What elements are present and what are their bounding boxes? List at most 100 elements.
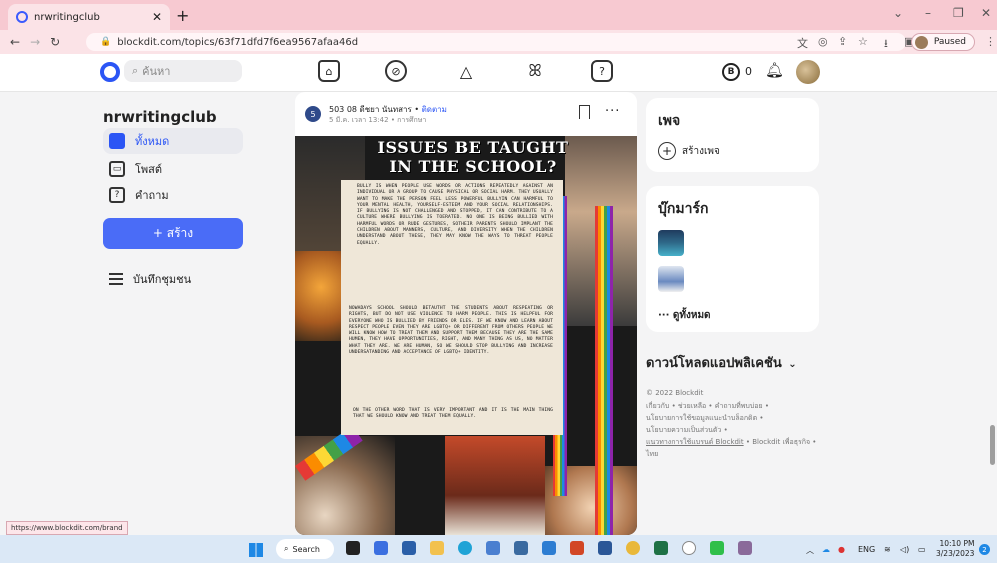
coin-icon[interactable]: B [722,63,740,81]
page-scrollbar[interactable] [990,425,995,465]
store-icon[interactable] [402,541,416,555]
user-avatar[interactable] [796,60,820,84]
sidebar-item-posts[interactable]: ▭ โพสต์ [103,156,243,182]
question-nav-icon[interactable]: ? [591,60,613,82]
post-card: 5 503 08 ดีชยา นันทสาร • ติดตาม 5 มี.ค. … [295,92,637,535]
window-close-icon[interactable]: ✕ [981,6,991,20]
download-icon[interactable]: ⭳ [884,35,888,54]
bookmark-thumbnail[interactable] [658,230,684,256]
bookmarks-title: บุ๊กมาร์ก [658,201,709,217]
author-avatar[interactable]: 5 [305,106,321,122]
footer-links-1[interactable]: เกี่ยวกับ • ช่วยเหลือ • คำถามที่พบบ่อย • [646,401,826,412]
word-icon[interactable] [598,541,612,555]
community-notes-link[interactable]: บันทึกชุมชน [109,270,191,288]
bookmark-thumbnail[interactable] [658,266,684,292]
search-icon: ⌕ [132,64,139,77]
footer-business-link[interactable]: • Blockdit เพื่อธุรกิจ • [744,438,817,446]
powerpoint-icon[interactable] [570,541,584,555]
file-explorer-icon[interactable] [430,541,444,555]
coin-count: 0 [745,65,752,78]
calculator-icon[interactable] [542,541,556,555]
rainbow-stripe-right [595,206,613,535]
tab-search-chevron-icon[interactable]: ⌄ [893,6,903,20]
search-input[interactable]: ⌕ ค้นหา [124,60,242,82]
browser-tab[interactable]: nrwritingclub ✕ [8,4,170,30]
chrome-icon[interactable] [626,541,640,555]
taskbar-search[interactable]: ⌕ Search [276,539,334,559]
bell-icon[interactable]: 🔔︎ [765,61,784,79]
shapes-nav-icon[interactable]: △ [455,60,477,82]
reload-icon[interactable]: ↻ [50,35,60,49]
battery-icon[interactable]: ▭ [918,545,926,554]
task-view-icon[interactable] [346,541,360,555]
notes-label: บันทึกชุมชน [133,273,192,286]
windows-start-icon[interactable] [249,543,263,557]
new-tab-button[interactable]: + [176,6,189,25]
sidebar-item-label: ทั้งหมด [135,135,170,148]
footer-links-3[interactable]: นโยบายความเป็นส่วนตัว • [646,425,826,436]
poster-title: ISSUES BE TAUGHT IN THE SCHOOL? [377,138,569,176]
post-image[interactable]: ISSUES BE TAUGHT IN THE SCHOOL? BULLY IS… [295,136,637,535]
profile-status: Paused [933,37,966,47]
more-options-icon[interactable]: ··· [605,104,620,119]
url-field[interactable]: 🔒 blockdit.com/topics/63f71dfd7f6ea9567a… [86,33,906,51]
cloud-icon[interactable]: ☁ [822,545,830,554]
app-icon[interactable] [738,541,752,555]
home-nav-icon[interactable]: ⌂ [318,60,340,82]
plus-circle-icon: + [658,142,676,160]
sidebar-item-label: คำถาม [135,189,169,202]
kebab-menu-icon[interactable]: ⋮ [985,35,996,48]
create-button[interactable]: + สร้าง [103,218,243,249]
restore-icon[interactable]: ❐ [953,6,964,20]
bookmark-icon[interactable] [579,105,590,119]
explore-nav-icon[interactable]: ⊘ [385,60,407,82]
create-page-label: สร้างเพจ [682,145,720,157]
footer-links-4: แนวทางการใช้แบรนด์ Blockdit • Blockdit เ… [646,437,826,448]
taskbar-clock[interactable]: 10:10 PM 3/23/2023 [936,539,974,559]
address-bar-row: ← → ↻ 🔒 blockdit.com/topics/63f71dfd7f6e… [0,30,997,54]
brand-guidelines-link[interactable]: แนวทางการใช้แบรนด์ Blockdit [646,438,744,446]
blockdit-logo[interactable] [100,62,120,82]
language-link[interactable]: ไทย [646,449,826,460]
search-placeholder: ค้นหา [142,65,171,78]
create-page-button[interactable]: + สร้างเพจ [658,142,720,160]
community-nav-icon[interactable]: ꕤ [524,60,546,82]
follow-link[interactable]: ติดตาม [422,105,447,114]
translate-icon[interactable]: 文 [797,35,808,51]
download-apps-toggle[interactable]: ดาวน์โหลดแอปพลิเคชัน ⌄ [646,352,797,373]
wifi-icon[interactable]: ≋ [884,545,891,554]
line-icon[interactable] [710,541,724,555]
back-icon[interactable]: ← [10,35,20,49]
language-indicator[interactable]: ENG [858,545,875,554]
url-text: blockdit.com/topics/63f71dfd7f6ea9567afa… [117,36,359,48]
minimize-icon[interactable]: – [925,6,931,20]
poster-paragraph: BULLY IS WHEN PEOPLE USE WORDS OR ACTION… [357,184,553,246]
chat-icon[interactable] [374,541,388,555]
chevron-down-icon: ⌄ [788,359,797,370]
excel-icon[interactable] [654,541,668,555]
profile-button[interactable]: Paused [910,33,975,51]
footer-links-2[interactable]: นโยบายการใช้ขอมูลแนะนำบล็อกดิต • [646,413,826,424]
author-name[interactable]: 503 08 ดีชยา นันทสาร [329,105,412,114]
tray-app-icon[interactable]: ● [838,545,845,554]
forward-icon[interactable]: → [30,35,40,49]
blockdit-favicon-icon [16,11,28,23]
notification-badge[interactable]: 2 [979,544,990,555]
notepad-icon[interactable] [514,541,528,555]
sidebar-item-questions[interactable]: ? คำถาม [103,182,243,208]
camera-icon[interactable] [682,541,696,555]
lens-icon[interactable]: ◎ [818,35,828,48]
collage-sunflower-figure [295,251,347,341]
edge-icon[interactable] [458,541,472,555]
share-icon[interactable]: ⇪ [838,35,847,48]
status-bar-url: https://www.blockdit.com/brand [6,521,128,535]
star-icon[interactable]: ☆ [858,35,868,48]
volume-icon[interactable]: ◁) [900,545,909,554]
pages-title: เพจ [658,113,681,129]
site-header: ⌕ ค้นหา ⌂ ⊘ △ ꕤ ? B 0 🔔︎ [0,54,997,92]
teams-icon[interactable] [486,541,500,555]
tray-chevron-icon[interactable]: ︿ [806,545,814,556]
sidebar-item-all[interactable]: ทั้งหมด [103,128,243,154]
see-all-bookmarks-link[interactable]: ··· ดูทั้งหมด [658,308,711,323]
tab-close-icon[interactable]: ✕ [152,10,162,24]
